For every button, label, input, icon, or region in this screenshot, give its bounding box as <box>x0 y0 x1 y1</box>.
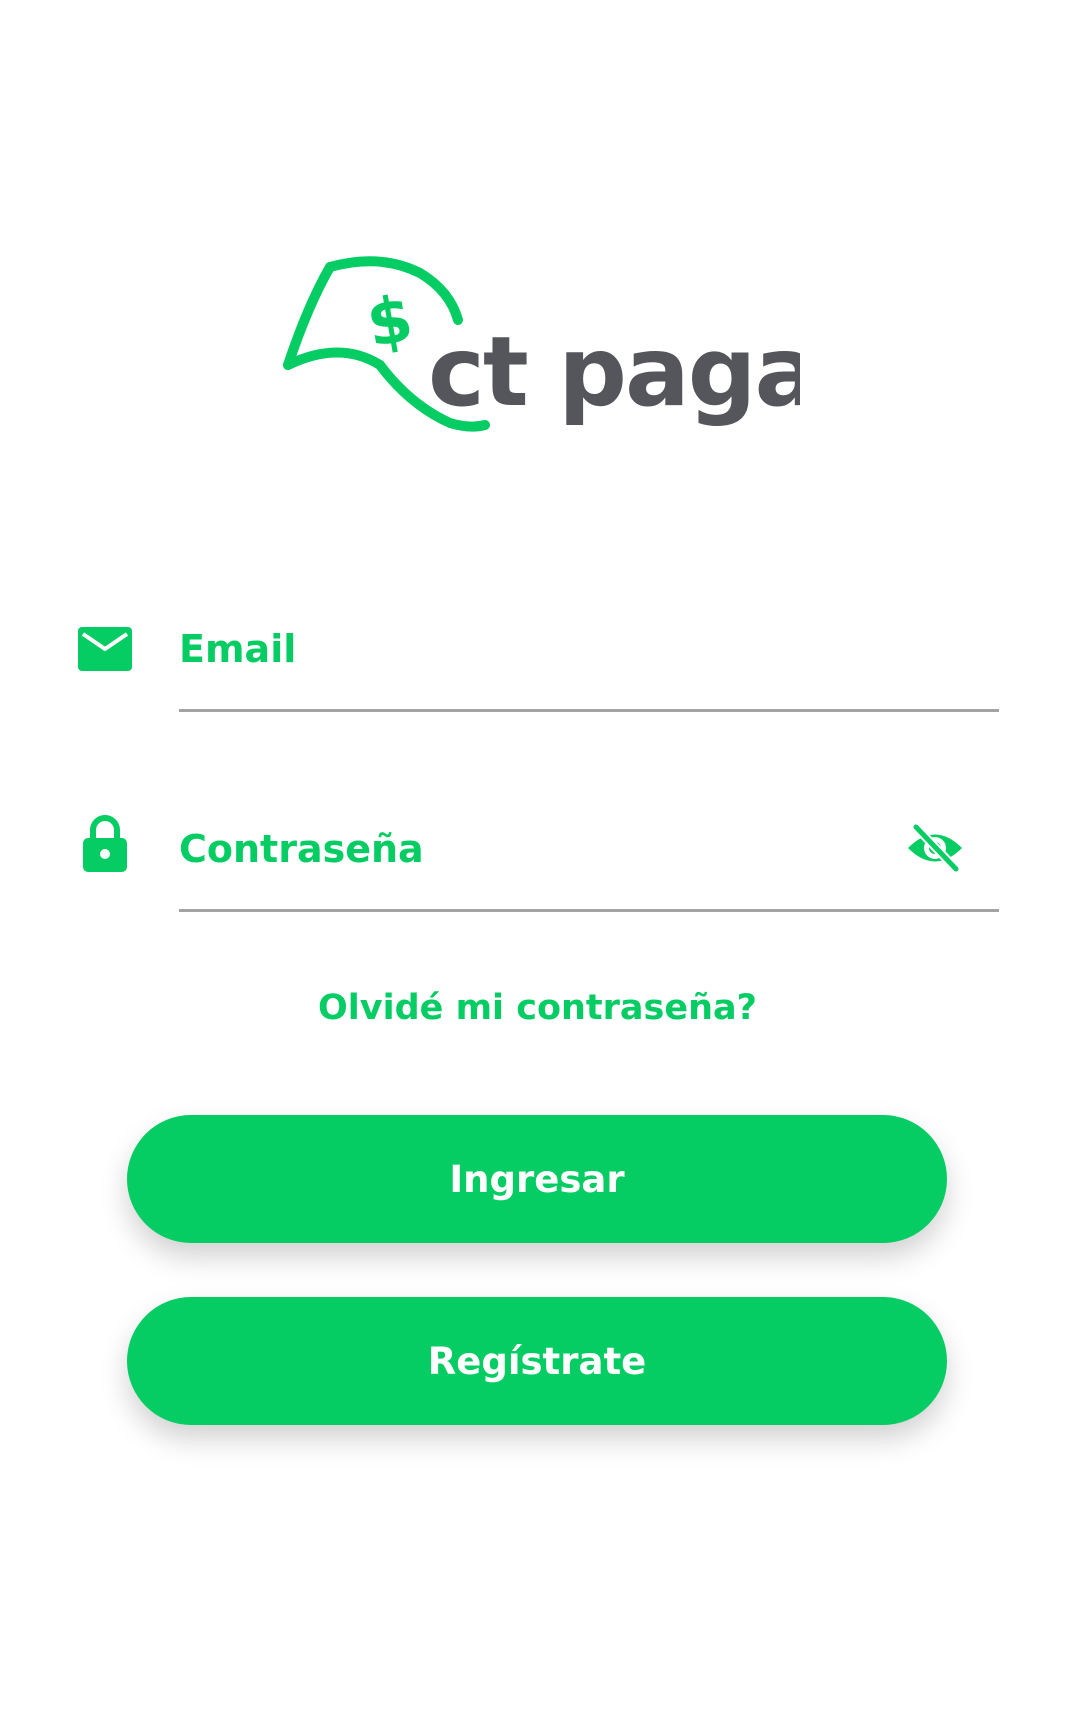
email-input[interactable]: Email <box>179 630 296 668</box>
email-underline <box>179 709 999 712</box>
password-field[interactable]: Contraseña <box>0 800 1075 912</box>
eye-off-icon[interactable] <box>900 813 970 883</box>
email-field[interactable]: Email <box>0 600 1075 712</box>
password-input[interactable]: Contraseña <box>179 830 424 868</box>
svg-text:ct paga: ct paga <box>428 316 800 428</box>
password-underline <box>179 909 999 912</box>
svg-text:$: $ <box>362 282 419 363</box>
forgot-password-link[interactable]: Olvidé mi contraseña? <box>0 988 1075 1028</box>
login-button[interactable]: Ingresar <box>127 1115 947 1243</box>
ct-paga-logo: $ ct paga <box>280 255 800 455</box>
envelope-icon <box>70 614 140 684</box>
register-button[interactable]: Regístrate <box>127 1297 947 1425</box>
lock-icon <box>70 808 140 878</box>
